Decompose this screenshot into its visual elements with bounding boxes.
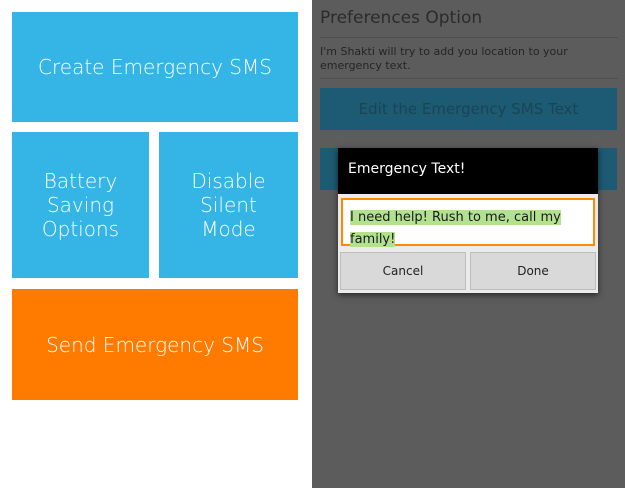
done-button[interactable]: Done (470, 252, 596, 290)
page-title: Preferences Option (320, 8, 483, 28)
emergency-text-value: I need help! Rush to me, call my family! (350, 210, 561, 247)
create-emergency-sms-button[interactable]: Create Emergency SMS (12, 12, 298, 122)
divider (320, 37, 618, 38)
battery-saving-options-button[interactable]: Battery Saving Options (12, 132, 149, 278)
send-emergency-sms-button[interactable]: Send Emergency SMS (12, 289, 298, 400)
edit-emergency-sms-text-label: Edit the Emergency SMS Text (358, 100, 579, 118)
cancel-button[interactable]: Cancel (340, 252, 466, 290)
emergency-text-input[interactable]: I need help! Rush to me, call my family! (341, 198, 595, 247)
edit-emergency-sms-text-button[interactable]: Edit the Emergency SMS Text (320, 88, 617, 130)
preferences-description: I'm Shakti will try to add you location … (320, 45, 568, 72)
emergency-text-dialog: Emergency Text! I need help! Rush to me,… (338, 148, 598, 293)
create-emergency-sms-label: Create Emergency SMS (38, 55, 272, 79)
dialog-title: Emergency Text! (348, 161, 466, 177)
home-screen: Create Emergency SMS Battery Saving Opti… (0, 0, 310, 488)
send-emergency-sms-label: Send Emergency SMS (46, 332, 264, 357)
dialog-header: Emergency Text! (338, 148, 598, 194)
divider (320, 78, 618, 79)
dialog-button-bar: Cancel Done (340, 252, 596, 290)
disable-silent-mode-button[interactable]: Disable Silent Mode (159, 132, 298, 278)
disable-silent-mode-label: Disable Silent Mode (191, 169, 266, 241)
battery-saving-options-label: Battery Saving Options (41, 169, 120, 241)
